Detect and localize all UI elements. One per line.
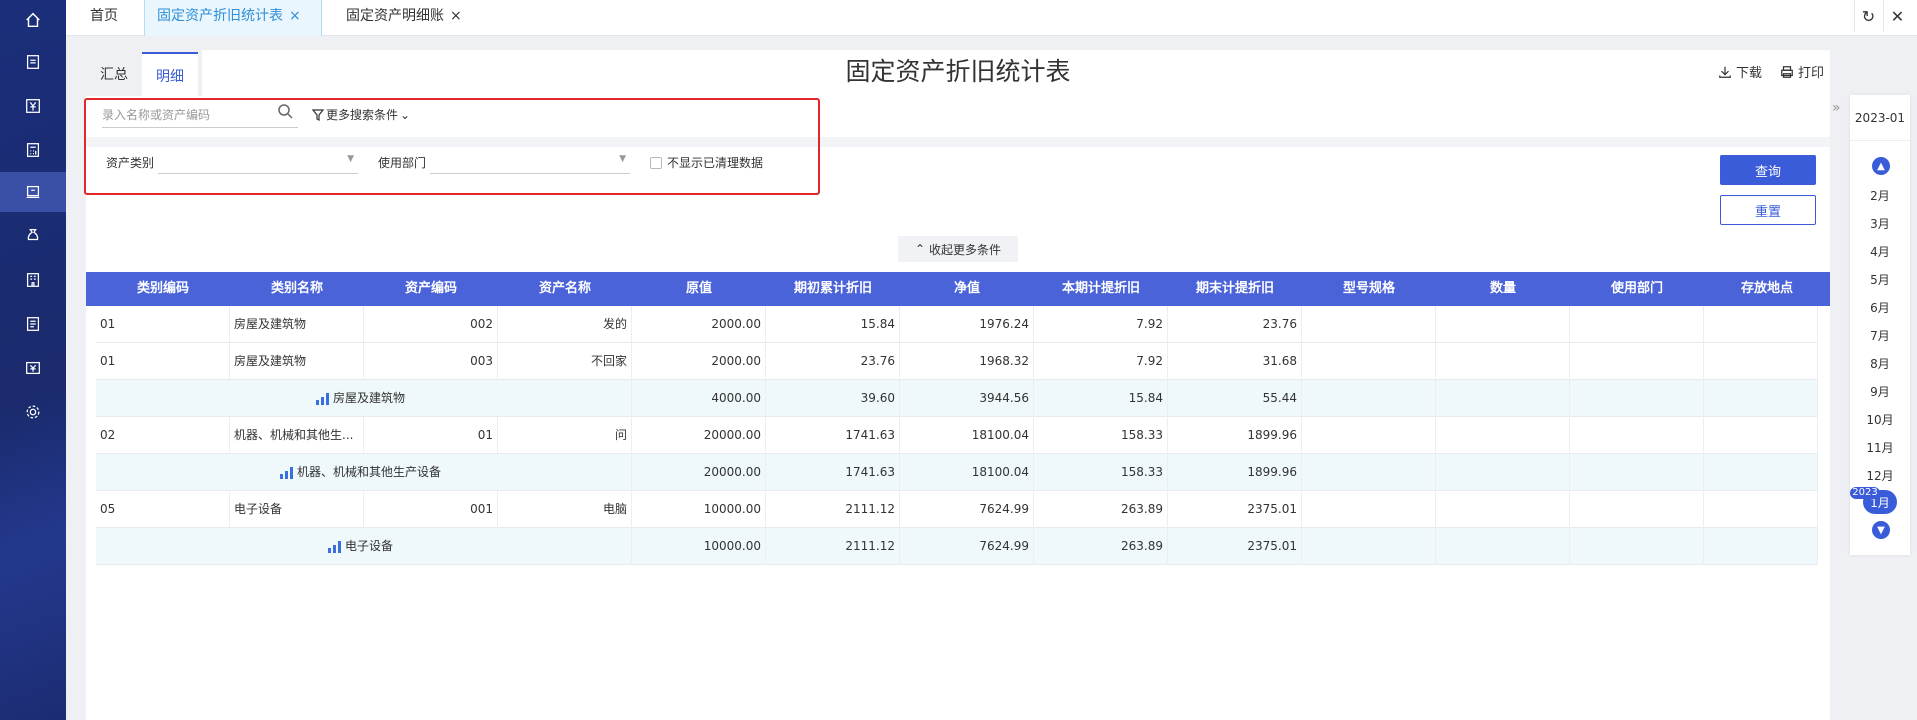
col-current-depreciation: 本期计提折旧	[1061, 281, 1140, 296]
col-original-value: 原值	[685, 281, 712, 296]
subtotal-row[interactable]: 电子设备 10000.00 2111.12 7624.99 263.89 237…	[96, 528, 1818, 565]
calculator-icon[interactable]	[0, 130, 66, 170]
month-item[interactable]: 2月	[1850, 187, 1910, 204]
print-button[interactable]: 打印	[1780, 62, 1824, 81]
col-location: 存放地点	[1740, 281, 1793, 296]
month-item[interactable]: 9月	[1850, 383, 1910, 400]
query-button[interactable]: 查询	[1720, 155, 1816, 185]
home-icon[interactable]	[0, 0, 66, 40]
building-icon[interactable]	[0, 260, 66, 300]
tab-home[interactable]: 首页	[78, 0, 130, 36]
month-item[interactable]: 8月	[1850, 355, 1910, 372]
table-row[interactable]: 02 机器、机械和其他生... 01 问 20000.00 1741.63 18…	[96, 417, 1818, 454]
voucher-icon[interactable]	[0, 42, 66, 82]
chevron-up-icon: ⌃	[914, 242, 926, 256]
month-item[interactable]: 10月	[1850, 411, 1910, 428]
table-header: 类别编码 类别名称 资产编码 资产名称 原值 期初累计折旧 净值 本期计提折旧 …	[86, 272, 1830, 306]
selected-year: 2023	[1850, 487, 1880, 499]
tab-depreciation-report[interactable]: 固定资产折旧统计表 ×	[144, 0, 322, 36]
gear-icon[interactable]	[0, 392, 66, 432]
printer-icon	[1781, 65, 1793, 78]
current-period[interactable]: 2023-01	[1850, 95, 1910, 141]
col-quantity: 数量	[1489, 281, 1516, 296]
month-item[interactable]: 11月	[1850, 439, 1910, 456]
table-row[interactable]: 05 电子设备 001 电脑 10000.00 2111.12 7624.99 …	[96, 491, 1818, 528]
close-window-icon[interactable]: ✕	[1883, 0, 1911, 32]
col-category-name: 类别名称	[270, 281, 323, 296]
close-icon[interactable]: ×	[450, 8, 462, 24]
col-department: 使用部门	[1610, 281, 1663, 296]
scroll-down-icon[interactable]: ▼	[1872, 521, 1890, 539]
highlight-box	[84, 98, 820, 195]
col-opening-depreciation: 期初累计折旧	[793, 281, 872, 296]
currency-icon[interactable]	[0, 86, 66, 126]
tab-bar: 首页 固定资产折旧统计表 × 固定资产明细账 × ↻ ✕	[66, 0, 1917, 36]
month-item[interactable]: 12月	[1850, 467, 1910, 484]
bar-chart-icon	[328, 540, 341, 553]
download-icon	[1719, 66, 1731, 78]
money-bag-icon[interactable]	[0, 215, 66, 255]
col-ending-depreciation: 期末计提折旧	[1195, 281, 1274, 296]
col-net-value: 净值	[953, 281, 980, 296]
table-row[interactable]: 01 房屋及建筑物 002 发的 2000.00 15.84 1976.24 7…	[96, 306, 1818, 343]
asset-icon[interactable]	[0, 172, 66, 212]
col-category-code: 类别编码	[136, 281, 189, 296]
collapse-conditions-button[interactable]: ⌃ 收起更多条件	[898, 236, 1018, 262]
download-button[interactable]: 下载	[1718, 62, 1762, 81]
month-item[interactable]: 4月	[1850, 243, 1910, 260]
tab-asset-ledger[interactable]: 固定资产明细账 ×	[334, 0, 474, 36]
month-item[interactable]: 6月	[1850, 299, 1910, 316]
page-title: 固定资产折旧统计表	[845, 57, 1071, 86]
month-item[interactable]: 5月	[1850, 271, 1910, 288]
close-icon[interactable]: ×	[289, 8, 301, 24]
bar-chart-icon	[316, 392, 329, 405]
left-navigation	[0, 0, 66, 720]
refresh-icon[interactable]: ↻	[1854, 0, 1882, 32]
col-asset-code: 资产编码	[404, 281, 457, 296]
report-icon[interactable]	[0, 304, 66, 344]
reset-button[interactable]: 重置	[1720, 195, 1816, 225]
col-asset-name: 资产名称	[538, 281, 591, 296]
scroll-up-icon[interactable]: ▲	[1872, 157, 1890, 175]
period-selector: 2023-01 ▲ 2月 3月 4月 5月 6月 7月 8月 9月 10月 11…	[1850, 95, 1910, 555]
month-item[interactable]: 3月	[1850, 215, 1910, 232]
table-row[interactable]: 01 房屋及建筑物 003 不回家 2000.00 23.76 1968.32 …	[96, 343, 1818, 380]
tax-icon[interactable]	[0, 348, 66, 388]
expand-panel-icon[interactable]: »	[1832, 100, 1841, 116]
subtotal-row[interactable]: 房屋及建筑物 4000.00 39.60 3944.56 15.84 55.44	[96, 380, 1818, 417]
month-item[interactable]: 7月	[1850, 327, 1910, 344]
subtotal-row[interactable]: 机器、机械和其他生产设备 20000.00 1741.63 18100.04 1…	[96, 454, 1818, 491]
col-model-spec: 型号规格	[1342, 281, 1395, 296]
bar-chart-icon	[280, 466, 293, 479]
